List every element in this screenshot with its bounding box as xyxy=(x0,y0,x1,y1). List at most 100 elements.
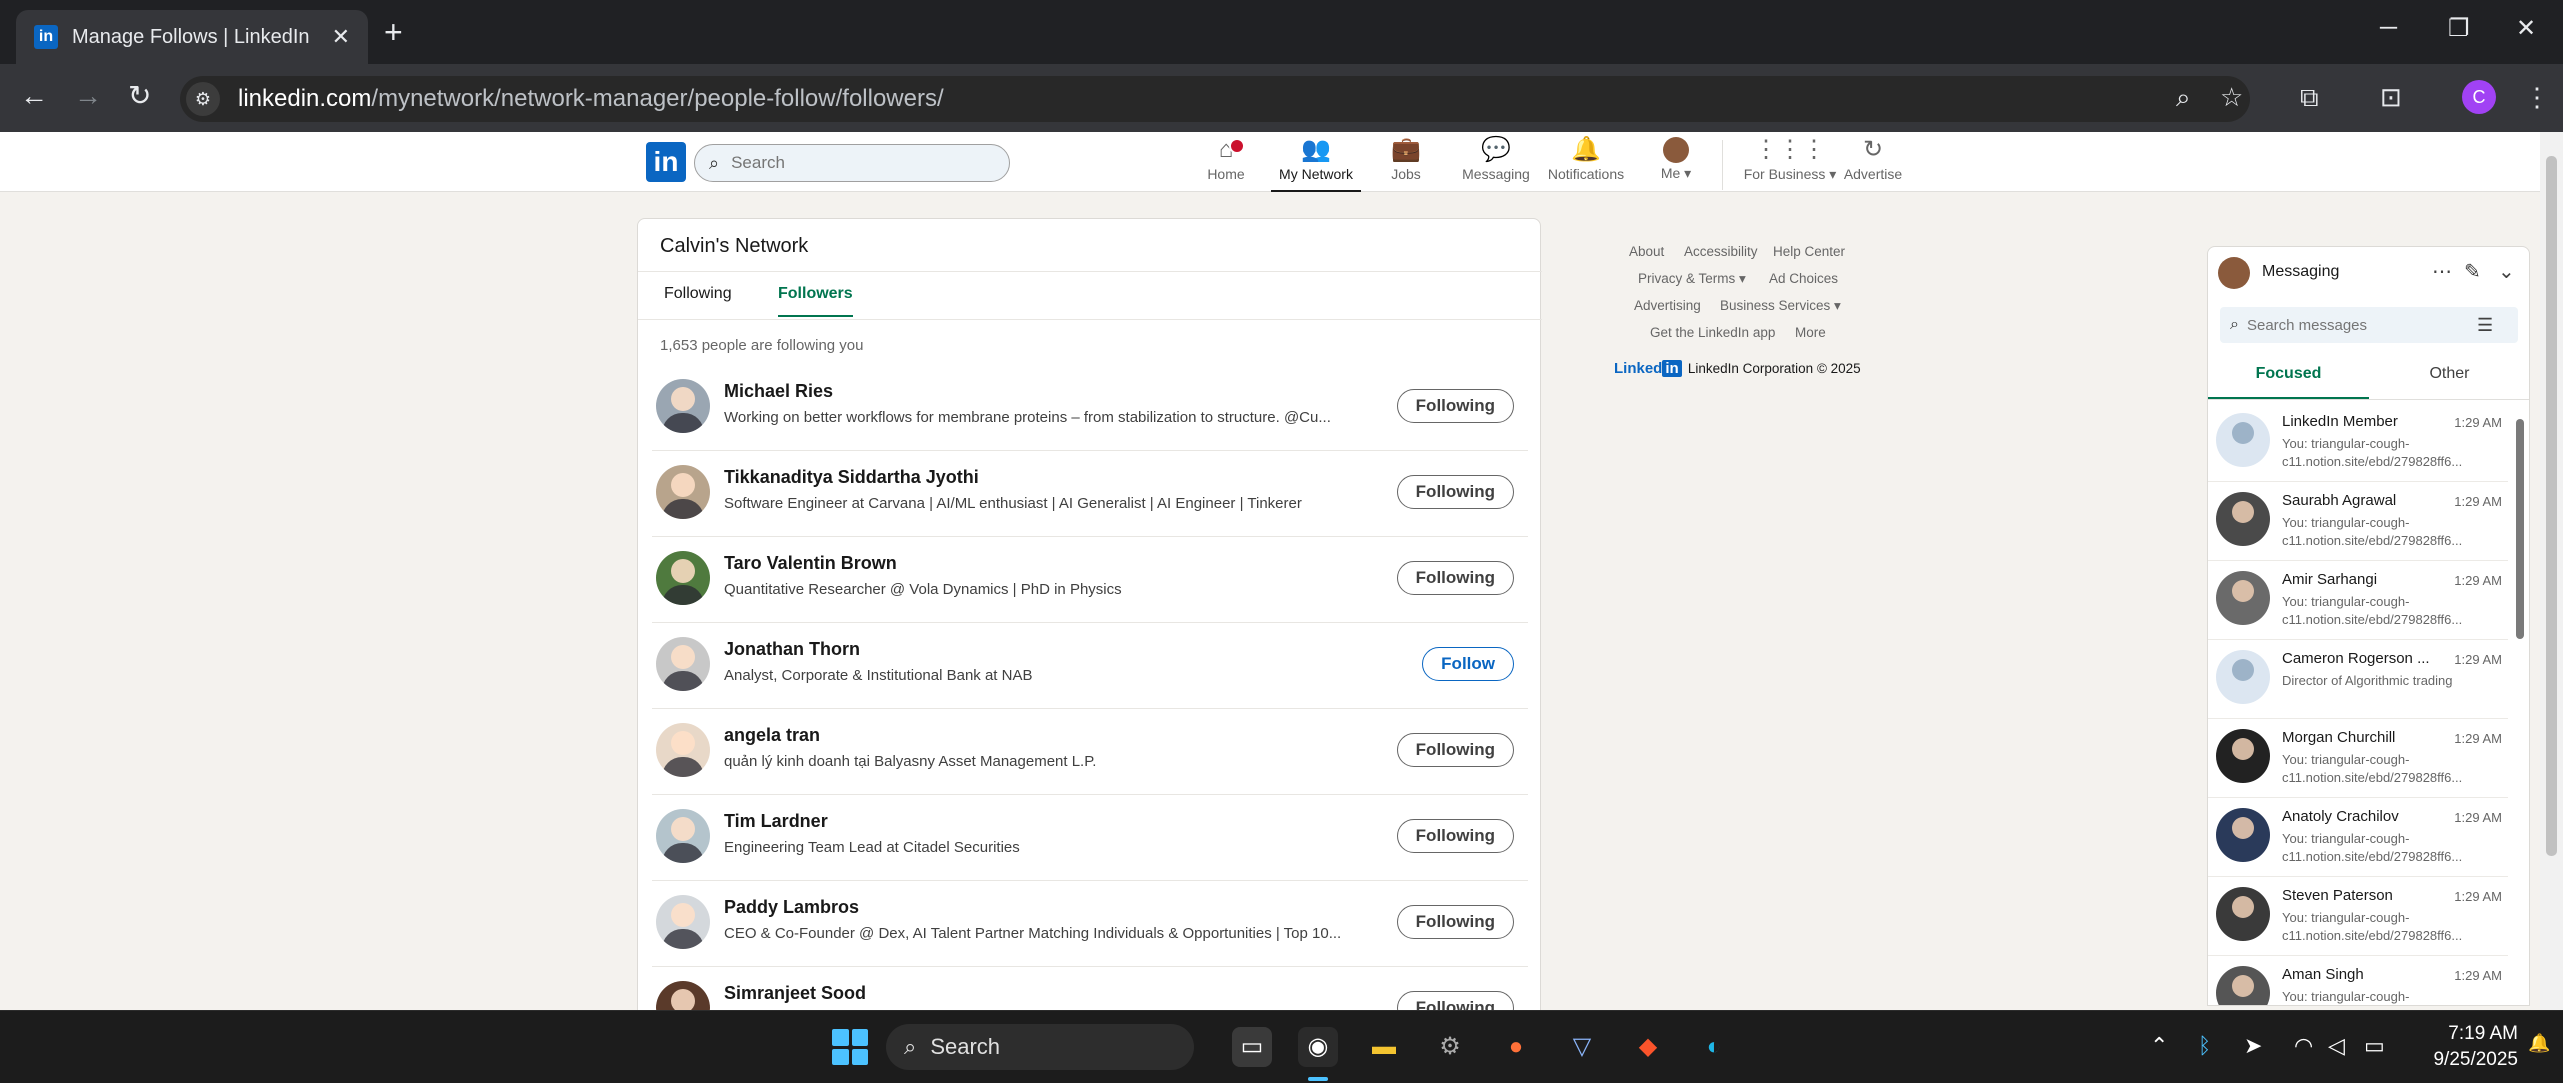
person-name[interactable]: angela tran xyxy=(724,725,820,746)
footer-link-about[interactable]: About xyxy=(1629,244,1664,259)
conversation-item[interactable]: Amir Sarhangi 1:29 AM You: triangular-co… xyxy=(2208,561,2508,640)
footer-link-get-app[interactable]: Get the LinkedIn app xyxy=(1650,325,1775,340)
more-options-icon[interactable]: ⋯ xyxy=(2432,259,2452,284)
person-name[interactable]: Tim Lardner xyxy=(724,811,828,832)
footer-link-accessibility[interactable]: Accessibility xyxy=(1684,244,1758,259)
edge-icon[interactable]: ◐ xyxy=(1694,1027,1734,1067)
person-name[interactable]: Tikkanaditya Siddartha Jyothi xyxy=(724,467,979,488)
bookmark-star-icon[interactable]: ☆ xyxy=(2220,82,2243,113)
file-explorer-icon[interactable]: ▬ xyxy=(1364,1027,1404,1067)
following-button[interactable]: Following xyxy=(1396,389,1514,423)
compose-icon[interactable]: ✎ xyxy=(2464,259,2481,284)
linkedin-search[interactable]: ⌕ xyxy=(694,144,1010,182)
messaging-header[interactable]: Messaging ⋯ ✎ ⌄ xyxy=(2208,247,2529,297)
following-button[interactable]: Following xyxy=(1396,905,1514,939)
browser-tab-active[interactable]: in Manage Follows | LinkedIn ✕ xyxy=(16,10,368,64)
follow-button[interactable]: Follow xyxy=(1422,647,1514,681)
chrome-icon[interactable]: ◉ xyxy=(1298,1027,1338,1067)
conversation-item[interactable]: Anatoly Crachilov 1:29 AM You: triangula… xyxy=(2208,798,2508,877)
window-close-icon[interactable]: ✕ xyxy=(2516,14,2536,43)
wifi-icon[interactable]: ◠ xyxy=(2294,1033,2313,1059)
following-button[interactable]: Following xyxy=(1396,733,1514,767)
avatar[interactable] xyxy=(656,723,710,777)
nav-me[interactable]: Me ▾ xyxy=(1631,136,1721,182)
volume-icon[interactable]: ◁ xyxy=(2328,1033,2345,1059)
nav-advertise[interactable]: ↻ Advertise xyxy=(1828,136,1918,182)
search-input[interactable] xyxy=(731,153,972,173)
avatar[interactable] xyxy=(656,809,710,863)
page-scrollbar[interactable] xyxy=(2540,132,2563,1010)
messaging-title[interactable]: Messaging xyxy=(2262,263,2339,281)
taskbar-search[interactable]: ⌕ Search xyxy=(886,1024,1194,1070)
back-icon[interactable]: ← xyxy=(20,80,48,112)
clock-time[interactable]: 7:19 AM xyxy=(2448,1023,2518,1045)
footer-link-help-center[interactable]: Help Center xyxy=(1773,244,1845,259)
avatar[interactable] xyxy=(656,551,710,605)
site-info-icon[interactable]: ⚙ xyxy=(186,82,220,116)
footer-link-ad-choices[interactable]: Ad Choices xyxy=(1769,271,1838,286)
person-name[interactable]: Michael Ries xyxy=(724,381,833,402)
firefox-icon[interactable]: ● xyxy=(1496,1027,1536,1067)
battery-icon[interactable]: ▭ xyxy=(2364,1033,2385,1059)
avatar[interactable] xyxy=(656,379,710,433)
settings-icon[interactable]: ⚙ xyxy=(1430,1027,1470,1067)
conversation-item[interactable]: Cameron Rogerson ... 1:29 AM Director of… xyxy=(2208,640,2508,719)
menu-kebab-icon[interactable]: ⋮ xyxy=(2524,82,2550,112)
brave-icon[interactable]: ◆ xyxy=(1628,1027,1668,1067)
person-name[interactable]: Taro Valentin Brown xyxy=(724,553,897,574)
tab-focused[interactable]: Focused xyxy=(2208,359,2369,399)
clock-date[interactable]: 9/25/2025 xyxy=(2426,1049,2518,1071)
avatar[interactable] xyxy=(656,637,710,691)
zoom-icon[interactable]: ⌕ xyxy=(2176,82,2191,114)
follower-row[interactable]: angela tran quản lý kinh doanh tại Balya… xyxy=(652,709,1528,795)
linkedin-logo[interactable]: in xyxy=(646,142,686,182)
follower-row[interactable]: Jonathan Thorn Analyst, Corporate & Inst… xyxy=(652,623,1528,709)
person-name[interactable]: Jonathan Thorn xyxy=(724,639,860,660)
tab-followers[interactable]: Followers xyxy=(778,285,853,317)
tab-following[interactable]: Following xyxy=(664,285,732,315)
proton-vpn-icon[interactable]: ▽ xyxy=(1562,1027,1602,1067)
conversation-item[interactable]: Steven Paterson 1:29 AM You: triangular-… xyxy=(2208,877,2508,956)
avatar[interactable] xyxy=(656,895,710,949)
scrollbar-thumb[interactable] xyxy=(2546,156,2557,856)
notification-center-icon[interactable]: 🔔 xyxy=(2528,1033,2550,1054)
nav-messaging[interactable]: 💬 Messaging xyxy=(1451,136,1541,182)
nav-home[interactable]: ⌂ Home xyxy=(1181,136,1271,182)
minimize-icon[interactable]: ─ xyxy=(2380,14,2397,42)
tab-search-icon[interactable]: ⊡ xyxy=(2380,82,2402,112)
nav-notifications[interactable]: 🔔 Notifications xyxy=(1541,136,1631,182)
conversation-item[interactable]: Morgan Churchill 1:29 AM You: triangular… xyxy=(2208,719,2508,798)
task-view-icon[interactable]: ▭ xyxy=(1232,1027,1272,1067)
person-name[interactable]: Simranjeet Sood xyxy=(724,983,866,1004)
conversation-item[interactable]: Aman Singh 1:29 AM You: triangular-cough… xyxy=(2208,956,2508,1005)
footer-link-business-services[interactable]: Business Services ▾ xyxy=(1720,298,1841,314)
bluetooth-icon[interactable]: ᛒ xyxy=(2198,1033,2211,1059)
messaging-scrollbar[interactable] xyxy=(2514,403,2526,1003)
address-bar[interactable]: ⚙ linkedin.com/mynetwork/network-manager… xyxy=(180,76,2250,122)
footer-link-privacy[interactable]: Privacy & Terms ▾ xyxy=(1638,271,1746,287)
messaging-search[interactable]: ⌕ ☰ xyxy=(2220,307,2518,343)
scrollbar-thumb[interactable] xyxy=(2516,419,2524,639)
tab-close-icon[interactable]: ✕ xyxy=(332,24,350,50)
chevron-up-icon[interactable]: ⌃ xyxy=(2150,1033,2168,1059)
reload-icon[interactable]: ↻ xyxy=(128,80,151,112)
footer-link-more[interactable]: More xyxy=(1795,325,1826,340)
filter-icon[interactable]: ☰ xyxy=(2477,315,2493,336)
search-messages-input[interactable] xyxy=(2246,316,2477,334)
profile-avatar[interactable]: C xyxy=(2462,80,2496,114)
windows-start-icon[interactable] xyxy=(832,1029,868,1065)
follower-row[interactable]: Paddy Lambros CEO & Co-Founder @ Dex, AI… xyxy=(652,881,1528,967)
tab-other[interactable]: Other xyxy=(2369,359,2529,399)
following-button[interactable]: Following xyxy=(1396,561,1514,595)
follower-row[interactable]: Taro Valentin Brown Quantitative Researc… xyxy=(652,537,1528,623)
follower-row[interactable]: Tikkanaditya Siddartha Jyothi Software E… xyxy=(652,451,1528,537)
nav-my-network[interactable]: 👥 My Network xyxy=(1271,136,1361,192)
avatar[interactable] xyxy=(656,465,710,519)
location-icon[interactable]: ➤ xyxy=(2244,1033,2262,1059)
conversation-item[interactable]: LinkedIn Member 1:29 AM You: triangular-… xyxy=(2208,403,2508,482)
chevron-down-icon[interactable]: ⌄ xyxy=(2498,259,2515,284)
forward-icon[interactable]: → xyxy=(74,80,102,112)
restore-icon[interactable]: ❐ xyxy=(2448,14,2470,43)
follower-row[interactable]: Tim Lardner Engineering Team Lead at Cit… xyxy=(652,795,1528,881)
conversation-item[interactable]: Saurabh Agrawal 1:29 AM You: triangular-… xyxy=(2208,482,2508,561)
